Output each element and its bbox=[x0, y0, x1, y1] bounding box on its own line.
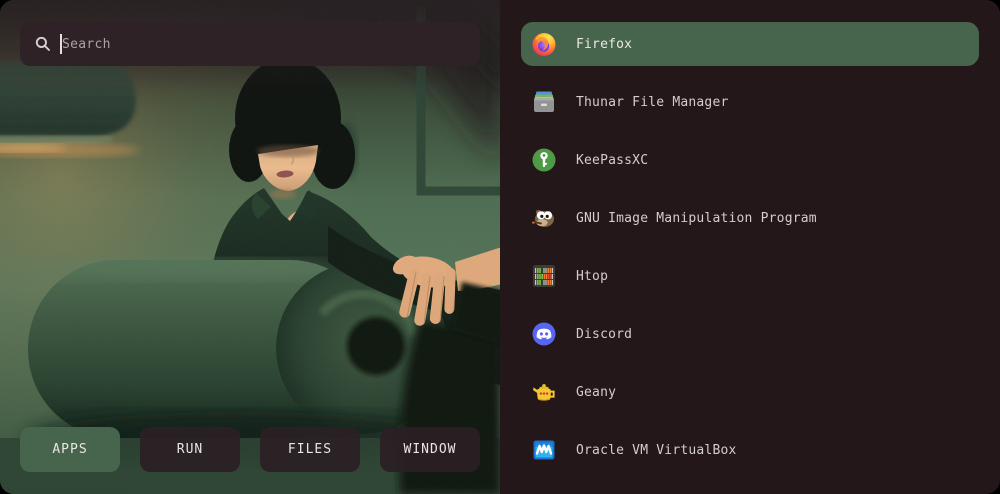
virtualbox-icon bbox=[530, 436, 558, 464]
wallpaper-illustration bbox=[0, 0, 500, 494]
app-row-label: Discord bbox=[576, 327, 632, 342]
app-row-label: Oracle VM VirtualBox bbox=[576, 443, 737, 458]
app-row-label: Thunar File Manager bbox=[576, 95, 729, 110]
mode-button-window[interactable]: WINDOW bbox=[380, 427, 480, 472]
app-row-label: Geany bbox=[576, 385, 616, 400]
search-icon bbox=[34, 35, 52, 53]
app-row[interactable]: Firefox bbox=[521, 22, 979, 66]
gimp-icon bbox=[530, 204, 558, 232]
mode-switcher: APPS RUN FILES WINDOW bbox=[20, 427, 480, 472]
app-row[interactable]: Geany bbox=[521, 370, 979, 414]
app-row-label: GNU Image Manipulation Program bbox=[576, 211, 817, 226]
geany-icon bbox=[530, 378, 558, 406]
mode-button-run[interactable]: RUN bbox=[140, 427, 240, 472]
firefox-icon bbox=[530, 30, 558, 58]
app-list: Firefox Thunar File Manager KeePassXC GN… bbox=[500, 0, 1000, 494]
mode-button-files[interactable]: FILES bbox=[260, 427, 360, 472]
app-row[interactable]: GNU Image Manipulation Program bbox=[521, 196, 979, 240]
app-row-label: KeePassXC bbox=[576, 153, 648, 168]
htop-icon bbox=[530, 262, 558, 290]
app-row[interactable]: Thunar File Manager bbox=[521, 80, 979, 124]
app-row[interactable]: Htop bbox=[521, 254, 979, 298]
app-row-label: Firefox bbox=[576, 37, 632, 52]
app-row[interactable]: Oracle VM VirtualBox bbox=[521, 428, 979, 472]
search-bar[interactable] bbox=[20, 22, 480, 66]
discord-icon bbox=[530, 320, 558, 348]
text-cursor bbox=[60, 34, 62, 54]
mode-button-apps[interactable]: APPS bbox=[20, 427, 120, 472]
left-pane: APPS RUN FILES WINDOW bbox=[0, 0, 500, 494]
app-launcher-window: APPS RUN FILES WINDOW Firefox Thunar Fil… bbox=[0, 0, 1000, 494]
app-row[interactable]: KeePassXC bbox=[521, 138, 979, 182]
app-row[interactable]: Discord bbox=[521, 312, 979, 356]
app-row-label: Htop bbox=[576, 269, 608, 284]
keepassxc-icon bbox=[530, 146, 558, 174]
thunar-icon bbox=[530, 88, 558, 116]
search-input[interactable] bbox=[60, 36, 466, 53]
